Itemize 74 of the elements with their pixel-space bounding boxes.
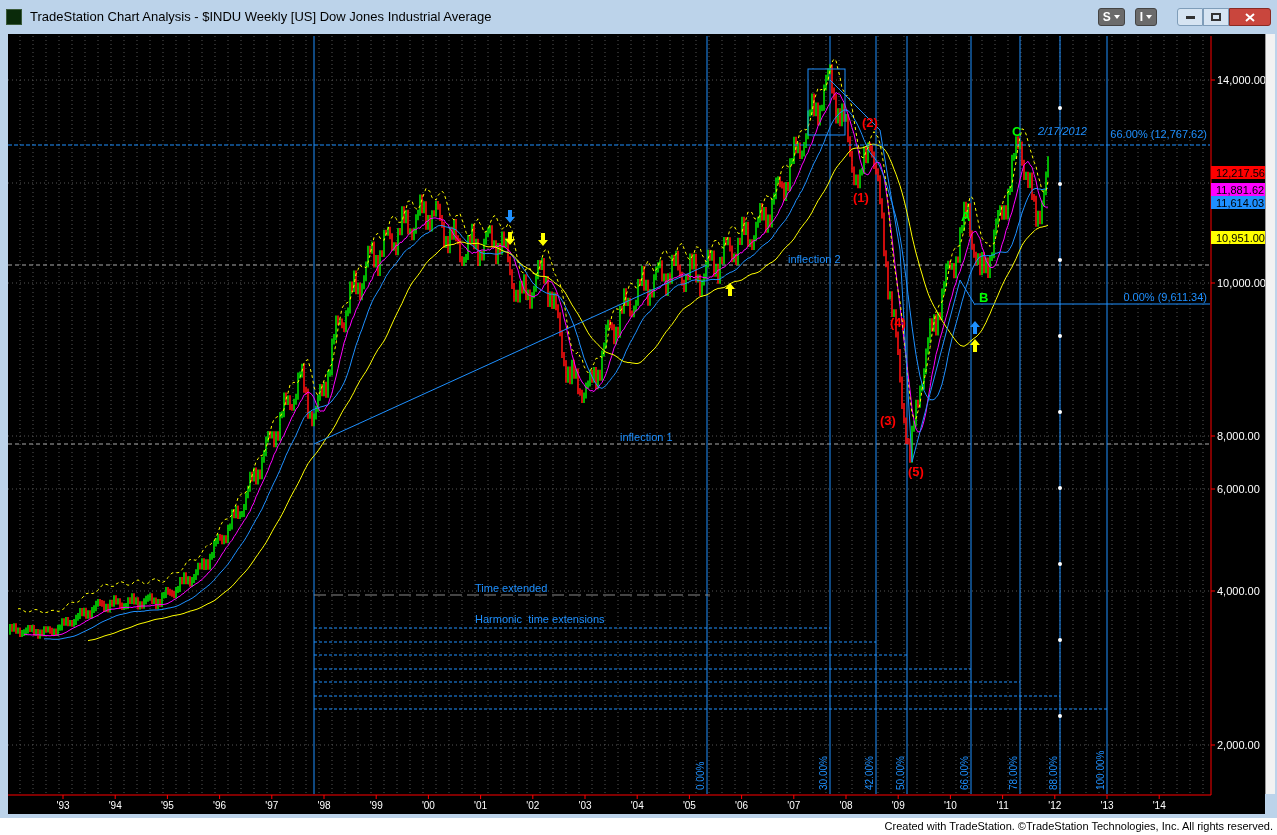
chart-app-icon [6, 9, 22, 25]
price-axis-label: 8,000.00 [1217, 430, 1260, 442]
year-axis-label: '05 [682, 800, 696, 811]
up-arrow-icon [725, 283, 735, 296]
annotation-text: Time extended [475, 582, 548, 594]
price-axis-label: 2,000.00 [1217, 739, 1260, 751]
year-axis-label: '09 [891, 800, 905, 811]
price-value-text: 10,951.00 [1216, 232, 1265, 244]
annotation-text: Harmonic time extensions [475, 613, 605, 625]
time-ratio-label: 30.00% [818, 756, 829, 790]
minimize-icon [1185, 15, 1195, 19]
date-label: 2/17/2012 [1038, 125, 1087, 137]
wave-label: B [979, 290, 989, 305]
year-axis-label: '99 [369, 800, 383, 811]
year-axis-label: '08 [839, 800, 853, 811]
year-axis-label: '12 [1048, 800, 1062, 811]
dropdown-button[interactable]: S [1097, 8, 1125, 26]
time-ratio-label: 50.00% [895, 756, 906, 790]
dropdown-button[interactable]: I [1134, 8, 1157, 26]
year-axis-label: '95 [160, 800, 174, 811]
copyright-text: Created with TradeStation. ©TradeStation Technologies, Inc. All rights reserved. [884, 819, 1273, 834]
wave-label: (5) [908, 464, 924, 479]
caret-icon [1113, 15, 1120, 19]
price-axis-label: 4,000.00 [1217, 585, 1260, 597]
down-arrow-icon [505, 232, 515, 245]
price-axis-label: 14,000.00 [1217, 74, 1265, 86]
price-level-label: 0.00% (9,611.34) [1123, 291, 1207, 303]
time-ratio-label: 78.00% [1008, 756, 1019, 790]
maximize-icon [1211, 13, 1221, 21]
wave-label: A [961, 209, 971, 224]
year-axis-label: '01 [474, 800, 488, 811]
annotation-text: inflection 1 [620, 431, 673, 443]
year-axis-label: '02 [526, 800, 540, 811]
up-arrow-icon [970, 321, 980, 334]
close-button[interactable] [1229, 8, 1271, 26]
price-value-text: 12,217.56 [1216, 167, 1265, 179]
price-value-text: 11,881.62 [1216, 184, 1265, 196]
year-axis-label: '11 [996, 800, 1009, 811]
year-axis-label: '07 [787, 800, 801, 811]
wave-label: (1) [853, 190, 869, 205]
up-arrow-icon [970, 339, 980, 352]
year-axis-label: '10 [943, 800, 957, 811]
wave-label: (3) [880, 413, 896, 428]
down-arrow-icon [505, 210, 515, 223]
year-axis-label: '96 [213, 800, 227, 811]
wave-label: C [1012, 124, 1022, 139]
time-ratio-label: 0.00% [695, 761, 706, 790]
year-axis-label: '04 [630, 800, 644, 811]
minimize-button[interactable] [1177, 8, 1203, 26]
down-arrow-icon [538, 233, 548, 246]
close-icon [1245, 12, 1255, 22]
time-ratio-label: 66.00% [959, 756, 970, 790]
year-axis-label: '00 [421, 800, 435, 811]
range-box [807, 68, 846, 136]
year-axis-label: '13 [1100, 800, 1114, 811]
price-axis-label: 10,000.00 [1217, 277, 1265, 289]
time-ratio-label: 88.00% [1048, 756, 1059, 790]
price-axis-label: 6,000.00 [1217, 483, 1260, 495]
price-value-text: 11,614.03 [1216, 197, 1265, 209]
caret-icon [1146, 15, 1152, 19]
window-title: TradeStation Chart Analysis - $INDU Weekly [US] Dow Jones Industrial Average [30, 8, 492, 27]
maximize-button[interactable] [1203, 8, 1229, 26]
year-axis-label: '14 [1152, 800, 1166, 811]
year-axis-label: '93 [56, 800, 70, 811]
year-axis-label: '97 [265, 800, 279, 811]
year-axis-label: '98 [317, 800, 331, 811]
year-axis-label: '06 [735, 800, 749, 811]
year-axis-label: '94 [108, 800, 122, 811]
time-ratio-label: 42.00% [864, 756, 875, 790]
year-axis-label: '03 [578, 800, 592, 811]
annotation-text: inflection 2 [788, 253, 841, 265]
price-level-label: 66.00% (12,767.62) [1110, 128, 1207, 140]
time-ratio-label: 100.00% [1095, 750, 1106, 790]
scrollbar[interactable] [1265, 34, 1275, 794]
